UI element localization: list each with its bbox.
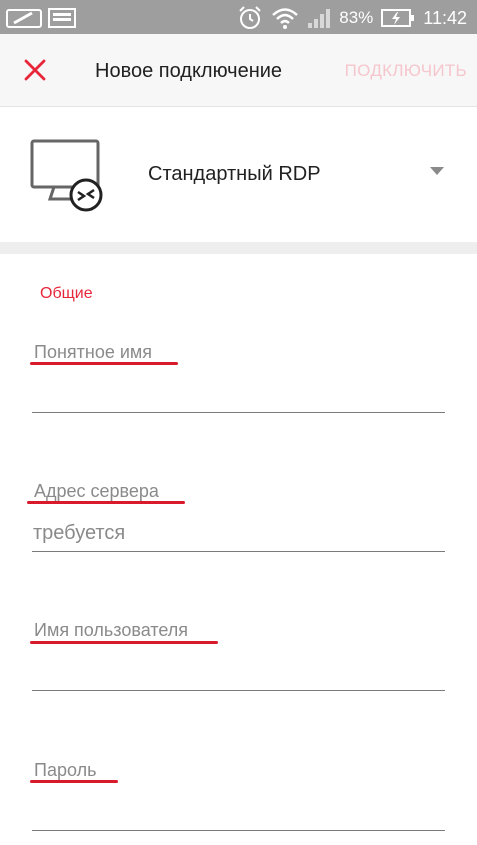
friendly-name-label: Понятное имя (34, 342, 153, 362)
section-divider (0, 242, 477, 254)
username-underline (32, 690, 445, 691)
app-toolbar: Новое подключение ПОДКЛЮЧИТЬ (0, 34, 477, 107)
annotation-underline (30, 362, 178, 365)
edit-note-icon (6, 9, 42, 28)
connect-button[interactable]: ПОДКЛЮЧИТЬ (345, 61, 467, 81)
annotation-underline (27, 501, 185, 504)
connection-type-selector[interactable]: Стандартный RDP (0, 107, 477, 242)
screenshot-icon (48, 8, 76, 28)
password-field: Пароль (32, 758, 447, 833)
password-input[interactable] (32, 798, 447, 830)
annotation-underline (30, 641, 218, 644)
signal-icon (308, 9, 331, 28)
remote-desktop-icon (30, 139, 103, 212)
close-button[interactable] (18, 53, 52, 87)
friendly-name-input[interactable] (32, 380, 447, 412)
battery-charging-icon (381, 9, 415, 27)
server-address-input[interactable] (32, 517, 447, 549)
username-field: Имя пользователя (32, 618, 447, 693)
annotation-underline (30, 780, 118, 783)
clock: 11:42 (423, 7, 467, 28)
wifi-icon (272, 8, 299, 29)
connection-type-value: Стандартный RDP (148, 163, 321, 185)
page-title: Новое подключение (95, 60, 283, 82)
username-input[interactable] (32, 658, 447, 690)
section-title-general: Общие (40, 285, 93, 302)
close-icon (24, 59, 46, 81)
status-bar: 83% 11:42 (0, 0, 477, 34)
friendly-name-field: Понятное имя (32, 340, 447, 415)
password-underline (32, 830, 445, 831)
server-address-field: Адрес сервера (32, 479, 447, 554)
friendly-name-underline (32, 412, 445, 413)
server-address-label: Адрес сервера (34, 481, 159, 501)
alarm-icon (239, 6, 261, 29)
username-label: Имя пользователя (34, 620, 189, 640)
dropdown-caret-icon[interactable] (430, 167, 444, 175)
password-label: Пароль (34, 760, 97, 780)
server-address-underline (32, 551, 445, 552)
battery-percent: 83% (339, 8, 374, 27)
